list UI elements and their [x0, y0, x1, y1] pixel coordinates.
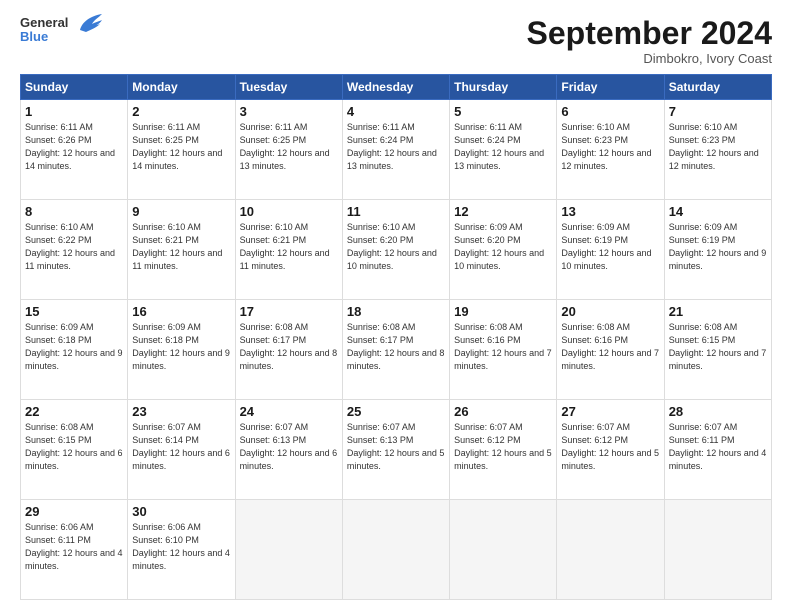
empty-cell: [557, 500, 664, 600]
table-row: 7 Sunrise: 6:10 AMSunset: 6:23 PMDayligh…: [664, 100, 771, 200]
table-row: 1 Sunrise: 6:11 AMSunset: 6:26 PMDayligh…: [21, 100, 128, 200]
logo: General Blue: [20, 16, 104, 45]
table-row: 20 Sunrise: 6:08 AMSunset: 6:16 PMDaylig…: [557, 300, 664, 400]
calendar-header-row: Sunday Monday Tuesday Wednesday Thursday…: [21, 75, 772, 100]
table-row: 15 Sunrise: 6:09 AMSunset: 6:18 PMDaylig…: [21, 300, 772, 400]
table-row: 8 Sunrise: 6:10 AMSunset: 6:22 PMDayligh…: [21, 200, 128, 300]
table-row: 25 Sunrise: 6:07 AMSunset: 6:13 PMDaylig…: [342, 400, 449, 500]
table-row: 27 Sunrise: 6:07 AMSunset: 6:12 PMDaylig…: [557, 400, 664, 500]
table-row: 6 Sunrise: 6:10 AMSunset: 6:23 PMDayligh…: [557, 100, 664, 200]
table-row: 30 Sunrise: 6:06 AMSunset: 6:10 PMDaylig…: [128, 500, 235, 600]
table-row: 15 Sunrise: 6:09 AMSunset: 6:18 PMDaylig…: [21, 300, 128, 400]
month-title: September 2024: [527, 16, 772, 51]
header-wednesday: Wednesday: [342, 75, 449, 100]
table-row: 4 Sunrise: 6:11 AMSunset: 6:24 PMDayligh…: [342, 100, 449, 200]
table-row: 16 Sunrise: 6:09 AMSunset: 6:18 PMDaylig…: [128, 300, 235, 400]
empty-cell: [450, 500, 557, 600]
table-row: 21 Sunrise: 6:08 AMSunset: 6:15 PMDaylig…: [664, 300, 771, 400]
table-row: 12 Sunrise: 6:09 AMSunset: 6:20 PMDaylig…: [450, 200, 557, 300]
header-monday: Monday: [128, 75, 235, 100]
calendar-table: Sunday Monday Tuesday Wednesday Thursday…: [20, 74, 772, 600]
table-row: 2 Sunrise: 6:11 AMSunset: 6:25 PMDayligh…: [128, 100, 235, 200]
table-row: 22 Sunrise: 6:08 AMSunset: 6:15 PMDaylig…: [21, 400, 772, 500]
table-row: 24 Sunrise: 6:07 AMSunset: 6:13 PMDaylig…: [235, 400, 342, 500]
title-block: September 2024 Dimbokro, Ivory Coast: [527, 16, 772, 66]
table-row: 14 Sunrise: 6:09 AMSunset: 6:19 PMDaylig…: [664, 200, 771, 300]
empty-cell: [664, 500, 771, 600]
table-row: 28 Sunrise: 6:07 AMSunset: 6:11 PMDaylig…: [664, 400, 771, 500]
table-row: 10 Sunrise: 6:10 AMSunset: 6:21 PMDaylig…: [235, 200, 342, 300]
logo-bird-icon: [72, 12, 104, 41]
table-row: 5 Sunrise: 6:11 AMSunset: 6:24 PMDayligh…: [450, 100, 557, 200]
table-row: 18 Sunrise: 6:08 AMSunset: 6:17 PMDaylig…: [342, 300, 449, 400]
table-row: 29 Sunrise: 6:06 AMSunset: 6:11 PMDaylig…: [21, 500, 128, 600]
location: Dimbokro, Ivory Coast: [527, 51, 772, 66]
logo-blue: Blue: [20, 30, 68, 44]
table-row: 23 Sunrise: 6:07 AMSunset: 6:14 PMDaylig…: [128, 400, 235, 500]
table-row: 8 Sunrise: 6:10 AMSunset: 6:22 PMDayligh…: [21, 200, 772, 300]
table-row: 17 Sunrise: 6:08 AMSunset: 6:17 PMDaylig…: [235, 300, 342, 400]
page: General Blue September 2024 Dimbokro, Iv…: [0, 0, 792, 612]
table-row: 11 Sunrise: 6:10 AMSunset: 6:20 PMDaylig…: [342, 200, 449, 300]
table-row: 9 Sunrise: 6:10 AMSunset: 6:21 PMDayligh…: [128, 200, 235, 300]
table-row: 22 Sunrise: 6:08 AMSunset: 6:15 PMDaylig…: [21, 400, 128, 500]
table-row: 1 Sunrise: 6:11 AMSunset: 6:26 PMDayligh…: [21, 100, 772, 200]
header-thursday: Thursday: [450, 75, 557, 100]
logo-general: General: [20, 16, 68, 30]
table-row: 26 Sunrise: 6:07 AMSunset: 6:12 PMDaylig…: [450, 400, 557, 500]
header-friday: Friday: [557, 75, 664, 100]
table-row: 13 Sunrise: 6:09 AMSunset: 6:19 PMDaylig…: [557, 200, 664, 300]
table-row: 19 Sunrise: 6:08 AMSunset: 6:16 PMDaylig…: [450, 300, 557, 400]
empty-cell: [235, 500, 342, 600]
table-row: 29 Sunrise: 6:06 AMSunset: 6:11 PMDaylig…: [21, 500, 772, 600]
table-row: 3 Sunrise: 6:11 AMSunset: 6:25 PMDayligh…: [235, 100, 342, 200]
header-tuesday: Tuesday: [235, 75, 342, 100]
header: General Blue September 2024 Dimbokro, Iv…: [20, 16, 772, 66]
empty-cell: [342, 500, 449, 600]
header-saturday: Saturday: [664, 75, 771, 100]
header-sunday: Sunday: [21, 75, 128, 100]
